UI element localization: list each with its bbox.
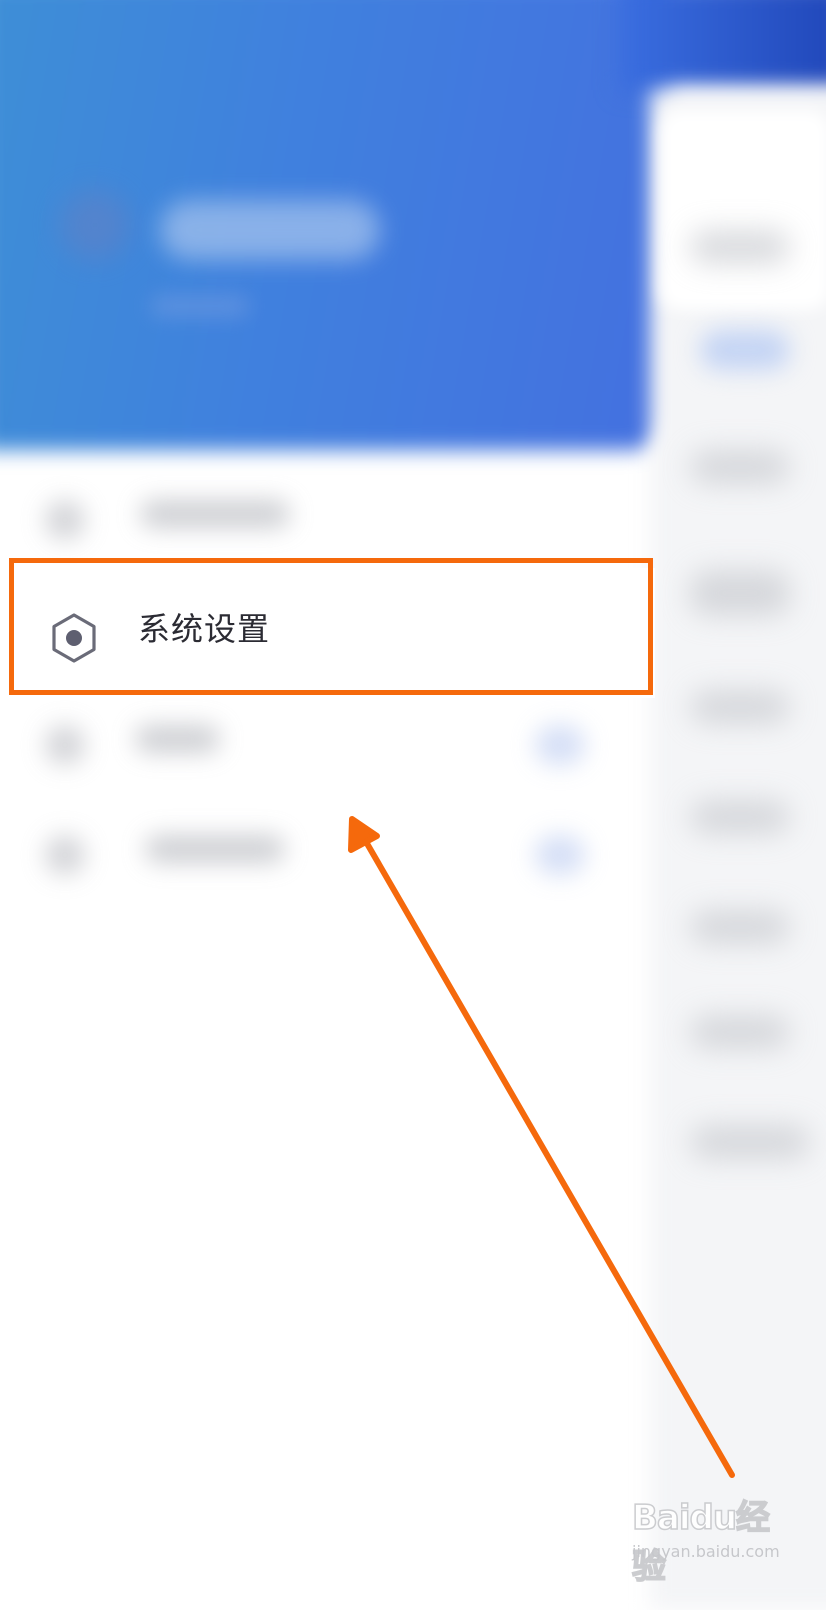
background-page-item [690, 570, 790, 616]
background-page-card [660, 110, 826, 310]
hexagon-gear-icon [50, 612, 98, 664]
username-placeholder[interactable] [160, 200, 380, 260]
background-page-item [690, 450, 790, 484]
watermark-logo: Baidu经验 [631, 1497, 771, 1588]
background-page-panel [650, 90, 826, 1610]
menu-item-label[interactable] [140, 500, 290, 528]
menu-item-icon [45, 835, 85, 875]
menu-item-badge [535, 725, 585, 765]
menu-item-label[interactable] [135, 725, 220, 753]
menu-item-icon [45, 725, 85, 765]
background-page-item [690, 1015, 790, 1049]
background-page-item [690, 800, 790, 834]
menu-item-label: 系统设置 [138, 610, 271, 648]
background-page-item [690, 690, 790, 724]
menu-item-label[interactable] [145, 835, 285, 863]
background-page-item [690, 230, 790, 264]
menu-item-badge [535, 835, 585, 875]
menu-item-system-settings[interactable] [10, 568, 655, 698]
baidu-jingyan-watermark: Baidu经验 jingyan.baidu.com [631, 1486, 802, 1588]
header-corner [620, 0, 826, 90]
menu-item-icon [45, 500, 85, 540]
background-page-item [690, 1125, 810, 1159]
background-page-blue-chip [700, 330, 790, 370]
avatar[interactable] [60, 190, 130, 260]
background-page-item [690, 910, 790, 944]
user-subtitle-placeholder [150, 295, 250, 317]
watermark-url: jingyan.baidu.com [632, 1542, 780, 1561]
